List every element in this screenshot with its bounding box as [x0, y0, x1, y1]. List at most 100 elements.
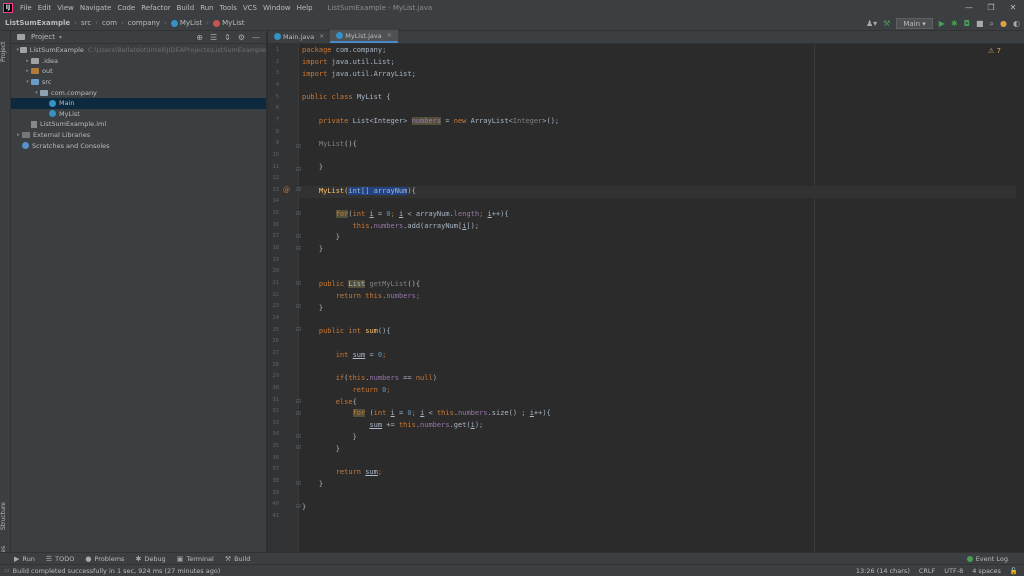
code-token: new [453, 117, 467, 125]
line-number: 9 [275, 140, 279, 147]
indent-setting[interactable]: 4 spaces [972, 567, 1001, 575]
breadcrumb-project[interactable]: ListSumExample [5, 19, 70, 27]
run-icon[interactable]: ▶ [939, 19, 945, 28]
fold-icon[interactable]: ⊟ [296, 326, 301, 333]
menu-view[interactable]: View [54, 4, 77, 12]
status-toggle-icon[interactable]: ▭ [4, 567, 10, 574]
breadcrumb-method[interactable]: MyList [222, 19, 244, 27]
update-icon[interactable]: ● [1000, 19, 1007, 28]
chevron-right-icon: › [206, 19, 210, 27]
fold-icon[interactable]: ⊟ [296, 480, 301, 487]
run-configuration-select[interactable]: Main ▾ [896, 18, 933, 29]
fold-icon[interactable]: ⊟ [296, 186, 301, 193]
fold-icon[interactable]: ⊟ [296, 410, 301, 417]
user-icon[interactable]: ♟▾ [866, 19, 877, 28]
tree-item[interactable]: Scratches and Consoles [11, 140, 266, 151]
line-separator[interactable]: CRLF [919, 567, 935, 575]
fold-icon[interactable]: ⊟ [296, 166, 301, 173]
fold-icon[interactable]: ⊟ [296, 303, 301, 310]
build-tool-label: Build [234, 554, 251, 563]
tree-item[interactable]: Main [11, 97, 266, 109]
problems-tool-button[interactable]: ● Problems [85, 555, 124, 563]
fold-icon[interactable]: ⊟ [296, 143, 301, 150]
run-icon: ▶ [14, 554, 20, 563]
expand-arrow-icon[interactable]: ▸ [15, 132, 22, 138]
minimize-button[interactable]: — [958, 0, 980, 16]
gear-icon[interactable]: ⚙ [238, 33, 245, 42]
code-token: numbers [386, 292, 416, 300]
caret-position[interactable]: 13:26 (14 chars) [856, 567, 910, 575]
fold-icon[interactable]: ⊟ [296, 210, 301, 217]
terminal-tool-button[interactable]: ▣ Terminal [177, 555, 214, 563]
tree-item[interactable]: ▸ out [11, 66, 266, 77]
fold-icon[interactable]: ⊟ [296, 233, 301, 240]
tree-item[interactable]: MyList [11, 109, 266, 120]
run-tool-button[interactable]: ▶ Run [14, 555, 35, 563]
menu-code[interactable]: Code [114, 4, 138, 12]
debug-tool-button[interactable]: ✱ Debug [135, 555, 165, 563]
structure-tool-tab[interactable]: Structure [0, 499, 11, 533]
project-view-select[interactable]: Project [31, 33, 55, 41]
expand-arrow-icon[interactable]: ▾ [33, 90, 40, 96]
terminal-tool-label: Terminal [186, 554, 214, 563]
locate-icon[interactable]: ⊕ [196, 33, 203, 42]
breadcrumb-src[interactable]: src [81, 19, 91, 27]
menu-help[interactable]: Help [294, 4, 316, 12]
breadcrumb-class[interactable]: MyList [180, 19, 202, 27]
hide-icon[interactable]: — [252, 33, 260, 42]
breadcrumb-com[interactable]: com [102, 19, 117, 27]
expand-arrow-icon[interactable]: ▾ [24, 79, 31, 85]
tree-item[interactable]: ▾ com.company [11, 87, 266, 98]
menu-edit[interactable]: Edit [35, 4, 55, 12]
menu-build[interactable]: Build [174, 4, 198, 12]
collapse-all-icon[interactable]: ☰ [210, 33, 217, 42]
breadcrumb-company[interactable]: company [128, 19, 160, 27]
close-icon[interactable]: ✕ [387, 32, 392, 39]
lock-icon[interactable]: 🔓 [1010, 567, 1018, 575]
menu-vcs[interactable]: VCS [240, 4, 260, 12]
hammer-icon[interactable]: ⚒ [883, 19, 890, 28]
tab-main-java[interactable]: Main.java ✕ [268, 30, 330, 43]
tree-item[interactable]: ▸ External Libraries [11, 130, 266, 141]
project-tool-tab[interactable]: Project [0, 37, 11, 67]
fold-icon[interactable]: ⊟ [296, 433, 301, 440]
menu-tools[interactable]: Tools [217, 4, 240, 12]
tree-item[interactable]: ▾ ListSumExample C:\Users\Bellatdot\Intell… [11, 45, 266, 56]
build-tool-button[interactable]: ⚒ Build [225, 555, 251, 563]
coverage-icon[interactable]: ◘ [964, 19, 970, 28]
todo-tool-button[interactable]: ☰ TODO [46, 555, 75, 563]
menu-window[interactable]: Window [260, 4, 294, 12]
expand-arrow-icon[interactable]: ▸ [24, 58, 31, 64]
tab-mylist-java[interactable]: MyList.java ✕ [330, 30, 398, 43]
annotation-icon[interactable]: @ [283, 186, 290, 194]
menu-run[interactable]: Run [197, 4, 216, 12]
expand-all-icon[interactable]: ⇕ [224, 33, 231, 42]
editor-scrollbar[interactable] [1016, 44, 1024, 552]
search-icon[interactable]: ⌕ [990, 19, 994, 29]
tree-item[interactable]: ▸ .idea [11, 56, 266, 67]
menu-refactor[interactable]: Refactor [138, 4, 173, 12]
warnings-indicator[interactable]: ⚠ 7 [988, 47, 1001, 55]
menu-file[interactable]: File [17, 4, 35, 12]
code-token: else [302, 398, 353, 406]
fold-icon[interactable]: ⊟ [296, 503, 301, 510]
expand-arrow-icon[interactable]: ▸ [24, 68, 31, 74]
stop-icon[interactable]: ■ [976, 19, 984, 28]
settings-icon[interactable]: ◐ [1013, 19, 1020, 28]
status-message[interactable]: Build completed successfully in 1 sec, 9… [13, 567, 221, 575]
close-button[interactable]: ✕ [1002, 0, 1024, 16]
fold-icon[interactable]: ⊟ [296, 398, 301, 405]
code-token: int [373, 409, 387, 417]
maximize-button[interactable]: ❐ [980, 0, 1002, 16]
debug-icon[interactable]: ✱ [951, 19, 958, 28]
tree-item[interactable]: ▾ src [11, 77, 266, 88]
file-encoding[interactable]: UTF-8 [944, 567, 963, 575]
tree-item[interactable]: ListSumExample.iml [11, 119, 266, 130]
close-icon[interactable]: ✕ [319, 33, 324, 40]
fold-icon[interactable]: ⊟ [296, 245, 301, 252]
fold-icon[interactable]: ⊟ [296, 280, 301, 287]
code-token: } [302, 245, 324, 253]
fold-icon[interactable]: ⊟ [296, 444, 301, 451]
chevron-down-icon[interactable]: ▾ [59, 34, 62, 41]
menu-navigate[interactable]: Navigate [77, 4, 114, 12]
